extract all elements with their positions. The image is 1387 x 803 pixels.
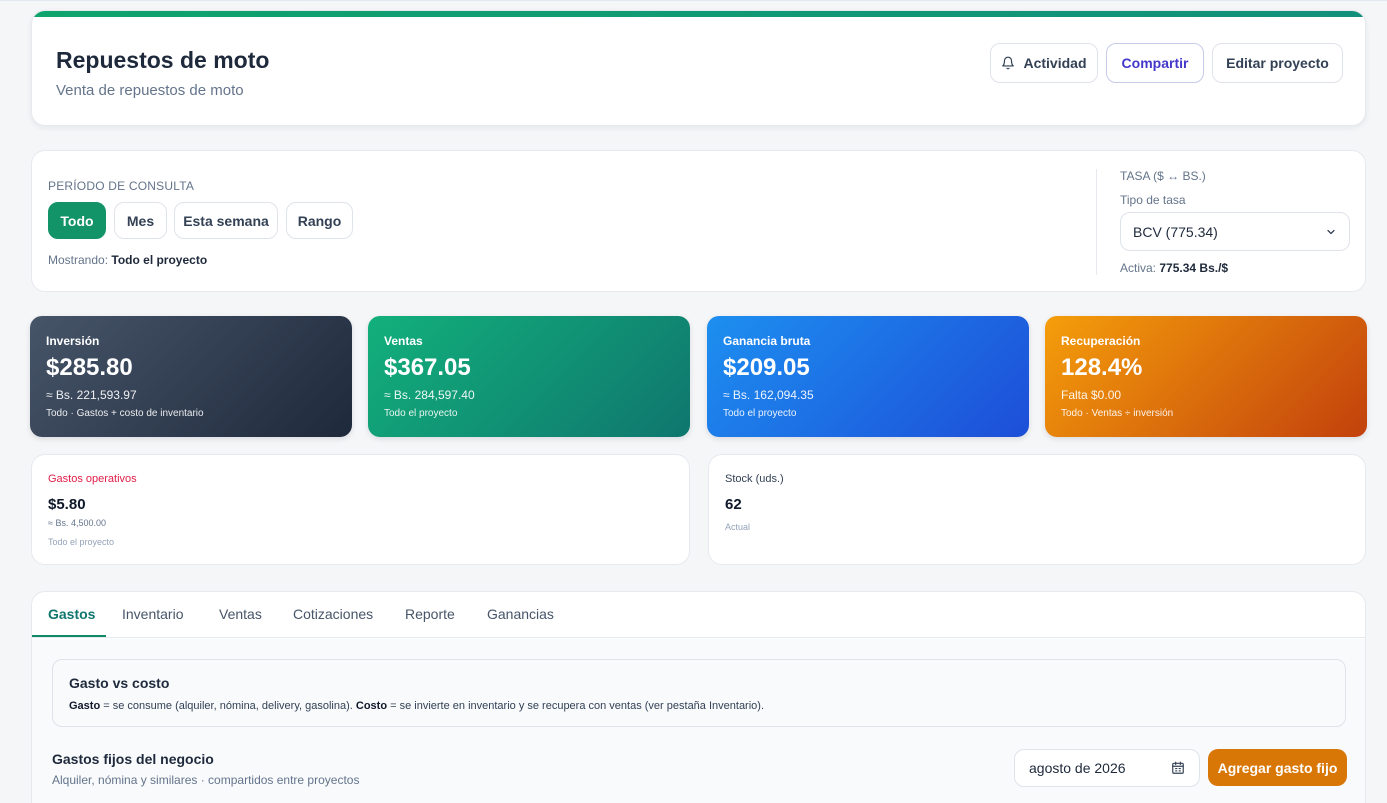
active-rate-value: 775.34 Bs./$ (1159, 261, 1229, 275)
period-month-button[interactable]: Mes (114, 202, 167, 239)
tab-ventas[interactable]: Ventas (219, 606, 262, 622)
edit-project-button[interactable]: Editar proyecto (1212, 43, 1343, 83)
activity-label: Actividad (1023, 55, 1087, 71)
kpi-label: Ventas (384, 334, 423, 348)
info-title: Gasto vs costo (69, 675, 170, 691)
stat-label: Stock (uds.) (725, 473, 784, 485)
kpi-sub: Falta $0.00 (1061, 388, 1122, 402)
gasto-definition: = se consume (alquiler, nómina, delivery… (100, 700, 356, 712)
project-tabs-panel: Gastos Inventario Ventas Cotizaciones Re… (31, 591, 1366, 803)
showing-prefix: Mostrando: (48, 253, 109, 267)
kpi-sub: ≈ Bs. 284,597.40 (384, 388, 475, 402)
info-text: Gasto = se consume (alquiler, nómina, de… (69, 700, 764, 712)
fixed-expenses-title: Gastos fijos del negocio (52, 751, 214, 767)
period-all-button[interactable]: Todo (48, 202, 106, 239)
kpi-note: Todo · Ventas ÷ inversión (1061, 408, 1174, 419)
period-range-button[interactable]: Rango (286, 202, 353, 239)
add-fixed-expense-button[interactable]: Agregar gasto fijo (1208, 749, 1347, 786)
project-header: Repuestos de moto Venta de repuestos de … (31, 10, 1366, 126)
month-value: agosto de 2026 (1029, 760, 1126, 776)
active-rate-prefix: Activa: (1120, 261, 1157, 275)
kpi-label: Ganancia bruta (723, 334, 811, 348)
kpi-recovery-card: Recuperación 128.4% Falta $0.00 Todo · V… (1045, 316, 1367, 437)
stat-sub: ≈ Bs. 4,500.00 (48, 518, 106, 528)
kpi-sales-card: Ventas $367.05 ≈ Bs. 284,597.40 Todo el … (368, 316, 690, 437)
stat-note: Todo el proyecto (48, 537, 115, 547)
month-picker[interactable]: agosto de 2026 (1014, 749, 1200, 787)
tab-ganancias[interactable]: Ganancias (487, 606, 554, 622)
divider (1096, 169, 1097, 275)
tab-gastos[interactable]: Gastos (48, 606, 95, 622)
tab-cotizaciones[interactable]: Cotizaciones (293, 606, 373, 622)
showing-value: Todo el proyecto (111, 253, 208, 267)
kpi-label: Inversión (46, 334, 100, 348)
rate-label: TASA ($ ↔ BS.) (1120, 169, 1206, 183)
costo-definition: = se invierte en inventario y se recuper… (387, 700, 765, 712)
stat-value: 62 (725, 496, 742, 513)
header-accent-bar (32, 11, 1365, 17)
kpi-note: Todo el proyecto (723, 408, 797, 419)
showing-text: Mostrando: Todo el proyecto (48, 253, 207, 267)
tab-reporte[interactable]: Reporte (405, 606, 455, 622)
kpi-note: Todo el proyecto (384, 408, 458, 419)
kpi-note: Todo · Gastos + costo de inventario (46, 408, 204, 419)
operating-expenses-card: Gastos operativos $5.80 ≈ Bs. 4,500.00 T… (31, 454, 690, 565)
costo-term: Costo (355, 700, 388, 712)
active-rate-text: Activa: 775.34 Bs./$ (1120, 261, 1228, 275)
period-label: PERÍODO DE CONSULTA (48, 179, 195, 193)
gasto-term: Gasto (69, 700, 101, 712)
chevron-down-icon (1327, 229, 1335, 234)
kpi-investment-card: Inversión $285.80 ≈ Bs. 221,593.97 Todo … (30, 316, 352, 437)
project-title: Repuestos de moto (56, 47, 270, 73)
active-tab-indicator (32, 635, 106, 637)
kpi-value: $285.80 (46, 354, 133, 381)
project-subtitle: Venta de repuestos de moto (56, 82, 244, 99)
kpi-sub: ≈ Bs. 162,094.35 (723, 388, 814, 402)
stat-label: Gastos operativos (48, 473, 137, 485)
kpi-value: $209.05 (723, 354, 810, 381)
kpi-gross-profit-card: Ganancia bruta $209.05 ≈ Bs. 162,094.35 … (707, 316, 1029, 437)
tab-content: Gasto vs costo Gasto = se consume (alqui… (32, 639, 1365, 803)
info-box: Gasto vs costo Gasto = se consume (alqui… (52, 659, 1346, 727)
tab-inventario[interactable]: Inventario (122, 606, 183, 622)
stock-card: Stock (uds.) 62 Actual (708, 454, 1366, 565)
kpi-value: $367.05 (384, 354, 471, 381)
rate-type-select[interactable]: BCV (775.34) (1120, 212, 1350, 251)
activity-button[interactable]: Actividad (990, 43, 1098, 83)
fixed-expenses-subtitle: Alquiler, nómina y similares · compartid… (52, 773, 360, 787)
tab-bar: Gastos Inventario Ventas Cotizaciones Re… (32, 592, 1365, 638)
bell-icon (1002, 56, 1015, 70)
kpi-label: Recuperación (1061, 334, 1141, 348)
stat-note: Actual (725, 522, 751, 532)
rate-type-label: Tipo de tasa (1120, 193, 1186, 207)
calendar-icon (1172, 761, 1184, 774)
period-filter-panel: PERÍODO DE CONSULTA Todo Mes Esta semana… (31, 150, 1366, 292)
period-week-button[interactable]: Esta semana (174, 202, 278, 239)
top-border (0, 0, 1387, 1)
share-button[interactable]: Compartir (1106, 43, 1204, 83)
stat-value: $5.80 (48, 496, 86, 513)
kpi-value: 128.4% (1061, 354, 1143, 381)
rate-selected-value: BCV (775.34) (1133, 223, 1218, 240)
kpi-sub: ≈ Bs. 221,593.97 (46, 388, 137, 402)
